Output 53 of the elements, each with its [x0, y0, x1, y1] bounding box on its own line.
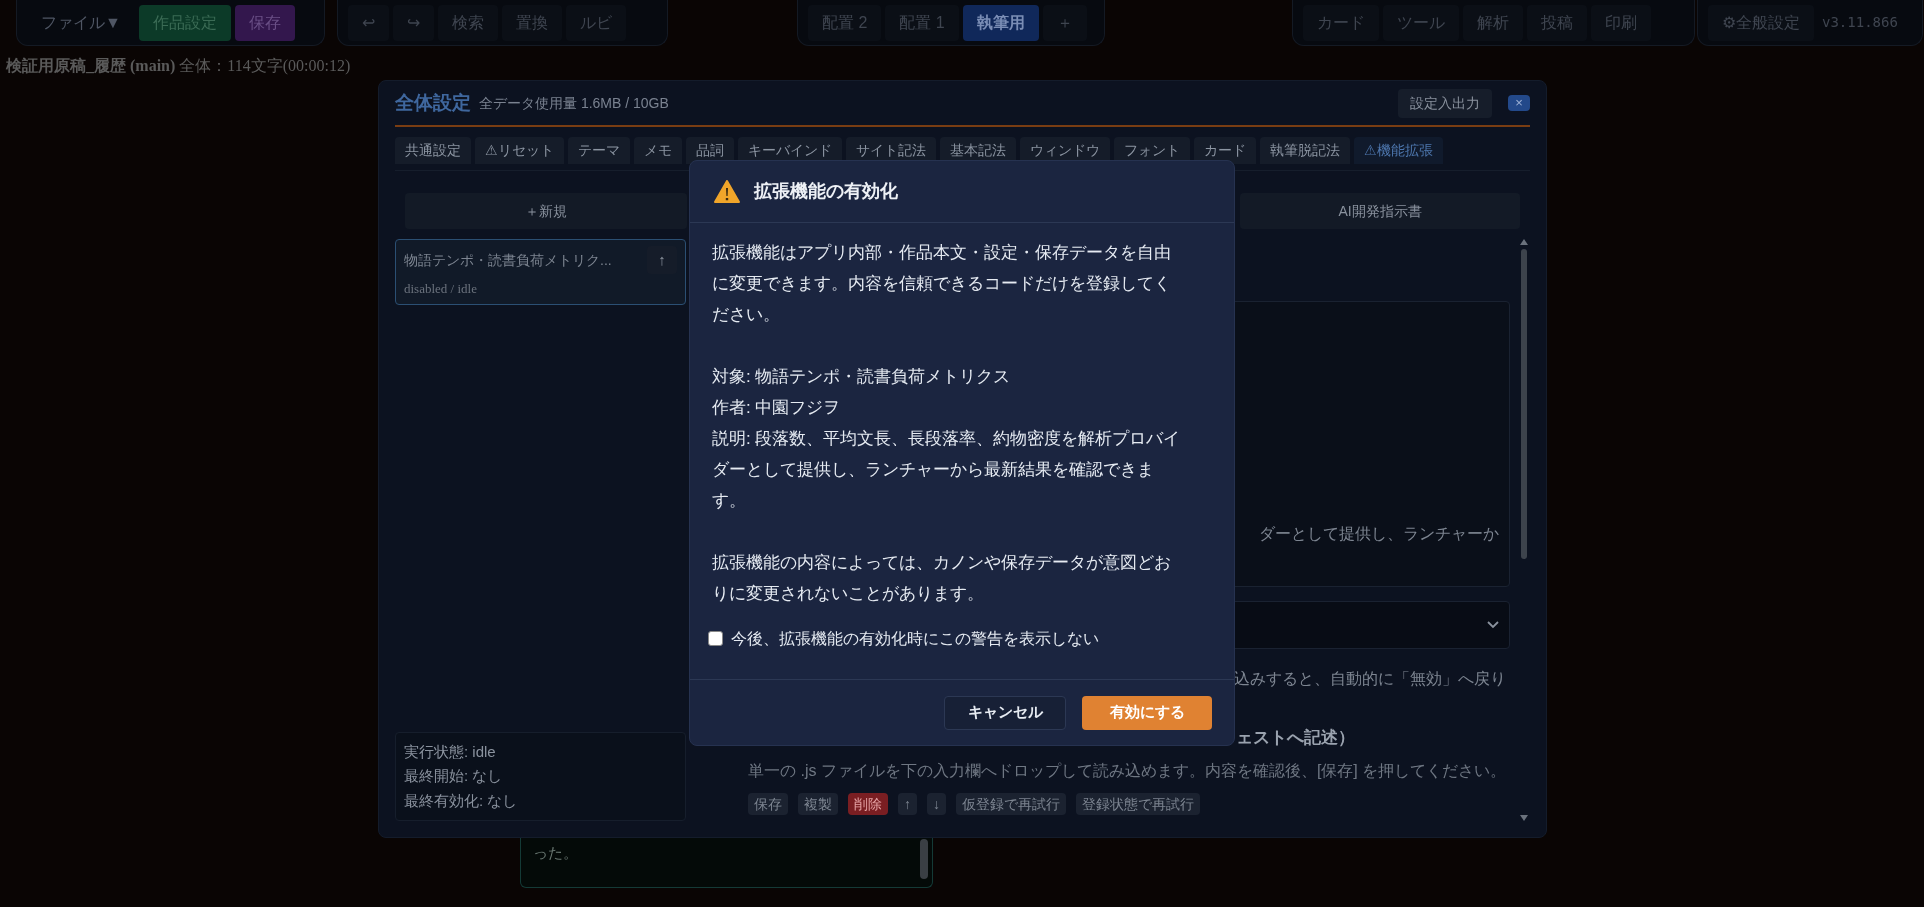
- enable-button[interactable]: 有効にする: [1082, 695, 1212, 730]
- action-button[interactable]: ↓: [927, 792, 946, 815]
- note-text: 込みすると、自動的に「無効」へ戻り: [1234, 669, 1506, 689]
- document-name: 検証用原稿_履歴 (main): [6, 56, 176, 77]
- import-hint: 単一の .js ファイルを下の入力欄へドロップして読み込めます。内容を確認後、[保存] を押してください。: [748, 761, 1507, 779]
- dialog-text: 作者: 中園フジヲ: [712, 397, 842, 419]
- info-line: 実行状態: idle: [404, 741, 497, 762]
- section-heading: ェストへ記述）: [1236, 728, 1355, 747]
- scroll-down-icon: [1520, 815, 1528, 821]
- dialog-title: 拡張機能の有効化: [754, 180, 898, 203]
- extension-name: 物語テンポ・読書負荷メトリク...: [404, 250, 612, 270]
- cancel-button[interactable]: キャンセル: [944, 695, 1066, 730]
- info-line: 最終開始: なし: [404, 766, 504, 786]
- action-button[interactable]: 登録状態で再試行: [1076, 792, 1200, 815]
- settings-tab[interactable]: 共通設定: [395, 137, 471, 164]
- data-usage: 全データ使用量 1.6MB / 10GB: [479, 93, 669, 113]
- settings-tab[interactable]: メモ: [634, 137, 682, 164]
- settings-title: 全体設定: [395, 90, 471, 115]
- close-button[interactable]: ×: [1508, 95, 1530, 111]
- document-stats: 全体：114文字(00:00:12): [179, 56, 351, 77]
- import-export-button[interactable]: 設定入出力: [1398, 88, 1492, 118]
- extension-item[interactable]: 物語テンポ・読書負荷メトリク... ↑ disabled / idle: [395, 239, 686, 305]
- action-button[interactable]: 保存: [748, 792, 788, 815]
- move-up-button[interactable]: ↑: [647, 246, 677, 274]
- dialog-text: 拡張機能の内容によっては、カノンや保存データが意図どおりに変更されないことがあります。: [712, 552, 1172, 605]
- chevron-down-icon: [1487, 621, 1499, 629]
- info-line: 最終有効化: なし: [404, 790, 519, 811]
- editor-text: った。: [532, 843, 579, 863]
- version-label: v3.11.866: [1822, 13, 1898, 32]
- scrollbar: [920, 839, 928, 879]
- action-button[interactable]: 削除: [848, 792, 888, 815]
- dialog-text: 拡張機能はアプリ内部・作品本文・設定・保存データを自由に変更できます。内容を信頼できるコードだけを登録してください。: [712, 242, 1172, 326]
- extension-status: disabled / idle: [404, 279, 478, 298]
- scroll-up-icon: [1520, 239, 1528, 245]
- dialog-text: 対象: 物語テンポ・読書負荷メトリクス: [712, 366, 1012, 388]
- settings-tab[interactable]: 執筆脱記法: [1260, 137, 1350, 164]
- action-button[interactable]: ↑: [898, 792, 917, 815]
- settings-tab[interactable]: ⚠リセット: [475, 137, 564, 164]
- new-button[interactable]: ＋新規: [405, 193, 687, 229]
- toolbar-button[interactable]: 執筆用: [962, 4, 1039, 41]
- settings-tab[interactable]: テーマ: [568, 137, 630, 164]
- toolbar-button[interactable]: ファイル▼: [27, 4, 135, 41]
- description-text: ダーとして提供し、ランチャーか: [1259, 524, 1499, 544]
- action-button[interactable]: 仮登録で再試行: [956, 792, 1066, 815]
- ai-guide-button[interactable]: AI開発指示書: [1240, 193, 1520, 229]
- dialog-text: 説明: 段落数、平均文長、長段落率、約物密度を解析プロバイダーとして提供し、ランチャーから最新結果を確認できます。: [712, 428, 1182, 512]
- toolbar-button[interactable]: 保存: [234, 4, 295, 41]
- warning-icon: [714, 180, 740, 203]
- checkbox-label: 今後、拡張機能の有効化時にこの警告を表示しない: [731, 629, 1099, 649]
- settings-tab[interactable]: カード: [1194, 137, 1256, 164]
- checkbox[interactable]: [708, 631, 723, 647]
- action-button[interactable]: 複製: [798, 792, 838, 815]
- settings-tab[interactable]: ⚠機能拡張: [1354, 137, 1443, 164]
